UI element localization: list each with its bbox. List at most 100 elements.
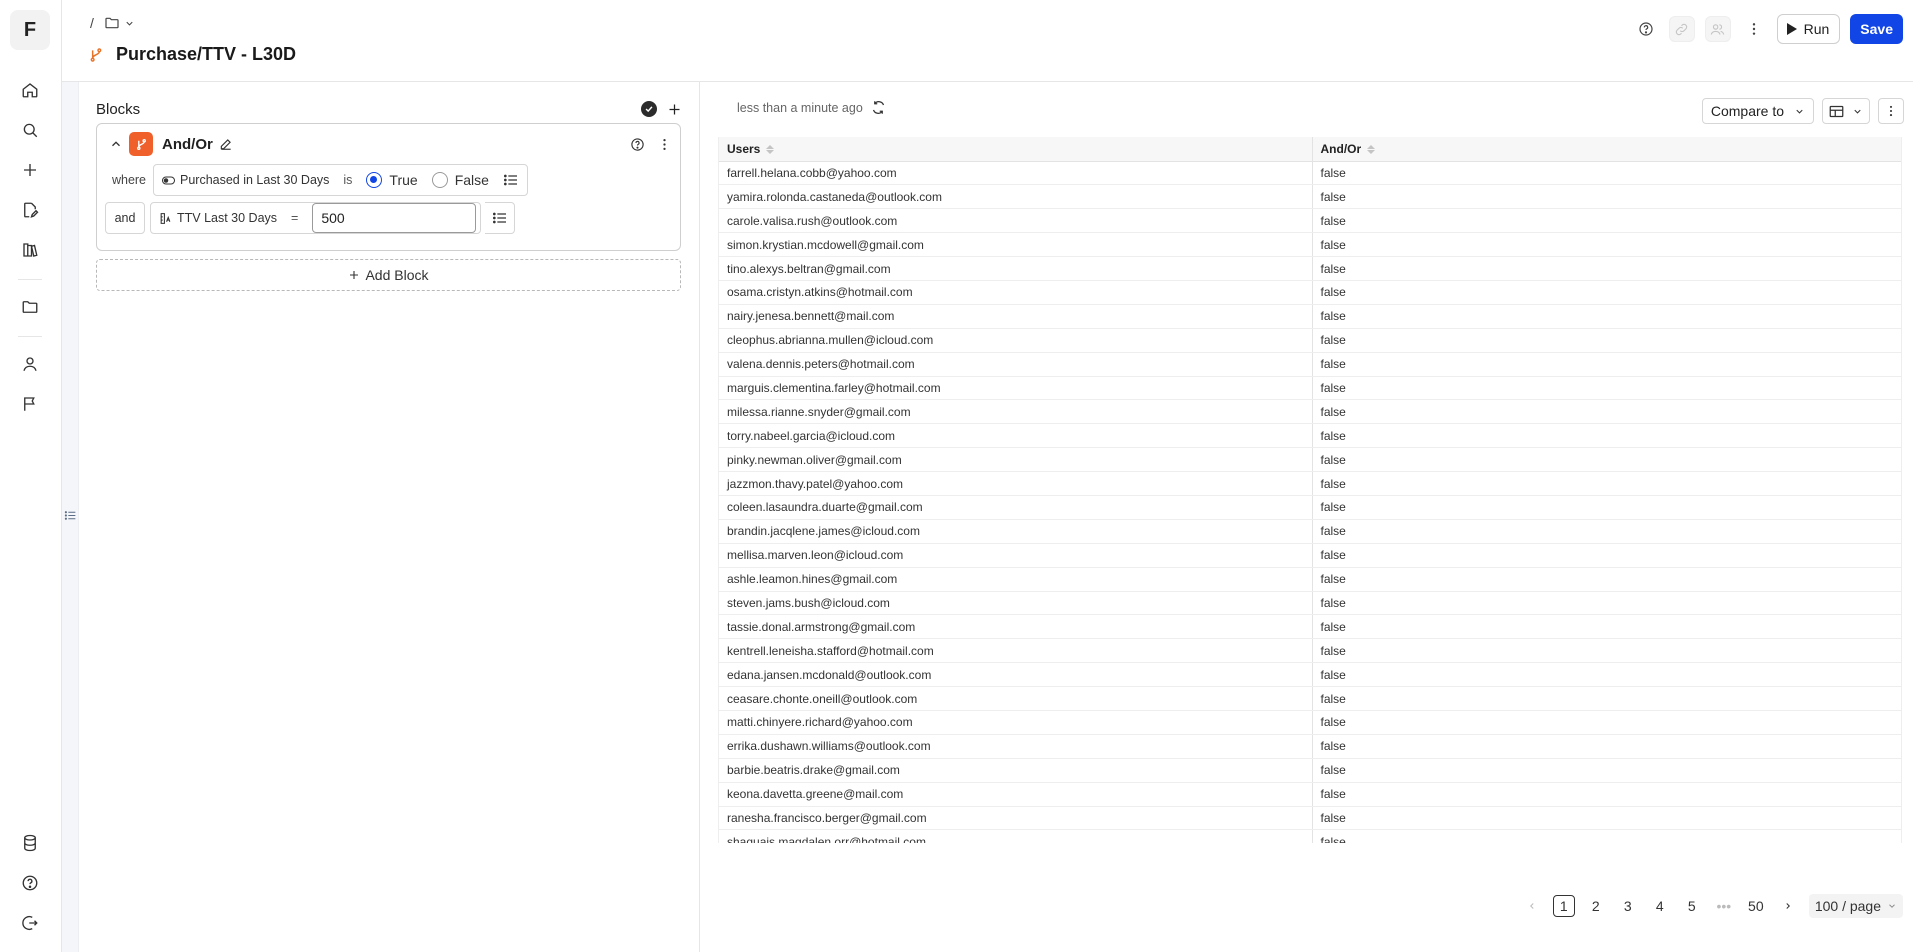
- list-icon[interactable]: [485, 202, 516, 234]
- more-vertical-icon[interactable]: [657, 137, 672, 152]
- table-row[interactable]: tassie.donal.armstrong@gmail.com false: [719, 614, 1901, 640]
- next-page-icon[interactable]: [1777, 895, 1799, 917]
- list-toggle-icon[interactable]: [64, 509, 77, 522]
- results-panel: less than a minute ago Compare to Users …: [701, 82, 1913, 952]
- prev-page-icon[interactable]: [1521, 895, 1543, 917]
- column-header-users[interactable]: Users: [719, 137, 1313, 162]
- value-input[interactable]: 500: [312, 203, 477, 233]
- compare-label: Compare to: [1710, 103, 1784, 119]
- title-row: Purchase/TTV - L30D: [88, 44, 296, 65]
- page-5[interactable]: 5: [1681, 895, 1703, 917]
- condition-box: TTV Last 30 Days = 500: [150, 202, 482, 234]
- compare-to-select[interactable]: Compare to: [1701, 98, 1814, 124]
- table-row[interactable]: ranesha.francisco.berger@gmail.com false: [719, 806, 1901, 831]
- books-icon[interactable]: [19, 239, 41, 261]
- condition-keyword-select[interactable]: and: [105, 202, 145, 234]
- column-header-and-or[interactable]: And/Or: [1312, 137, 1901, 162]
- add-block-button[interactable]: Add Block: [96, 259, 681, 291]
- chevron-up-icon[interactable]: [109, 137, 123, 151]
- table-row[interactable]: matti.chinyere.richard@yahoo.com false: [719, 710, 1901, 735]
- home-icon[interactable]: [19, 79, 41, 101]
- panel-gutter: [62, 82, 79, 952]
- page-1[interactable]: 1: [1552, 895, 1575, 917]
- table-row[interactable]: kentrell.leneisha.stafford@hotmail.com fa…: [719, 638, 1901, 664]
- radio-true[interactable]: True: [366, 172, 418, 188]
- table-row[interactable]: milessa.rianne.snyder@gmail.com false: [719, 399, 1901, 425]
- header-actions: Run Save: [1633, 14, 1903, 44]
- table-row[interactable]: coleen.lasaundra.duarte@gmail.com false: [719, 495, 1901, 520]
- run-button[interactable]: Run: [1776, 14, 1841, 44]
- pencil-icon[interactable]: [219, 137, 233, 151]
- page-2[interactable]: 2: [1585, 895, 1607, 917]
- table-row[interactable]: marguis.clementina.farley@hotmail.com fal…: [719, 376, 1901, 401]
- table-row[interactable]: valena.dennis.peters@hotmail.com false: [719, 352, 1901, 377]
- table-row[interactable]: simon.krystian.mcdowell@gmail.com false: [719, 232, 1901, 258]
- table-body: farrell.helana.cobb@yahoo.com false yamira…: [719, 161, 1901, 843]
- table-row[interactable]: tino.alexys.beltran@gmail.com false: [719, 256, 1901, 281]
- table-row[interactable]: ceasare.chonte.oneill@outlook.com false: [719, 686, 1901, 711]
- plus-icon[interactable]: [19, 159, 41, 181]
- user-icon[interactable]: [19, 353, 41, 375]
- condition-operator: =: [291, 211, 299, 225]
- page-size-select[interactable]: 100 / page: [1808, 894, 1903, 918]
- results-table-container[interactable]: Users And/Or farrell.helana.cobb@yahoo.c…: [718, 137, 1902, 843]
- table-row[interactable]: pinky.newman.oliver@gmail.com false: [719, 447, 1901, 473]
- radio-false[interactable]: False: [431, 172, 489, 188]
- table-row[interactable]: steven.jams.bush@icloud.com false: [719, 591, 1901, 616]
- table-row[interactable]: edana.jansen.mcdonald@outlook.com false: [719, 662, 1901, 688]
- table-row[interactable]: jazzmon.thavy.patel@yahoo.com false: [719, 471, 1901, 496]
- table-row[interactable]: brandin.jacqlene.james@icloud.com false: [719, 519, 1901, 544]
- edit-file-icon[interactable]: [19, 199, 41, 221]
- condition-field[interactable]: Purchased in Last 30 Days: [162, 173, 329, 187]
- list-icon[interactable]: [503, 172, 519, 188]
- database-icon[interactable]: [19, 832, 41, 854]
- table-row[interactable]: ashle.leamon.hines@gmail.com false: [719, 567, 1901, 592]
- table-view-select[interactable]: [1822, 98, 1870, 124]
- table-row[interactable]: shaquais.magdalen.orr@hotmail.com false: [719, 829, 1901, 843]
- table-row[interactable]: yamira.rolonda.castaneda@outlook.com fals…: [719, 184, 1901, 210]
- condition-field[interactable]: TTV Last 30 Days: [159, 211, 277, 225]
- check-circle-icon[interactable]: [641, 101, 657, 117]
- page-last[interactable]: 50: [1745, 895, 1767, 917]
- blocks-header-actions: [641, 101, 682, 117]
- help-icon[interactable]: [630, 137, 645, 152]
- table-header-row: Users And/Or: [719, 137, 1901, 162]
- sort-icon[interactable]: [766, 145, 775, 155]
- table-row[interactable]: torry.nabeel.garcia@icloud.com false: [719, 423, 1901, 449]
- page-4[interactable]: 4: [1649, 895, 1671, 917]
- table-row[interactable]: osama.cristyn.atkins@hotmail.com false: [719, 280, 1901, 305]
- table-row[interactable]: keona.davetta.greene@mail.com false: [719, 782, 1901, 807]
- cell-user: ranesha.francisco.berger@gmail.com: [719, 806, 1313, 831]
- more-vertical-icon[interactable]: [1741, 16, 1767, 42]
- radio-false-indicator[interactable]: [431, 172, 448, 188]
- breadcrumb-folder[interactable]: [104, 15, 135, 31]
- more-vertical-icon[interactable]: [1878, 98, 1904, 124]
- app-logo[interactable]: F: [10, 10, 50, 50]
- page-3[interactable]: 3: [1617, 895, 1639, 917]
- link-icon[interactable]: [1668, 16, 1695, 42]
- search-icon[interactable]: [19, 119, 41, 141]
- page-ellipsis[interactable]: •••: [1713, 895, 1735, 917]
- help-icon[interactable]: [1633, 16, 1659, 42]
- save-button[interactable]: Save: [1850, 14, 1903, 44]
- table-row[interactable]: carole.valisa.rush@outlook.com false: [719, 208, 1901, 234]
- table-row[interactable]: cleophus.abrianna.mullen@icloud.com false: [719, 328, 1901, 353]
- cell-and-or: false: [1312, 495, 1901, 520]
- table-row[interactable]: barbie.beatris.drake@gmail.com false: [719, 758, 1901, 783]
- refresh-icon[interactable]: [871, 100, 886, 115]
- help-icon[interactable]: [19, 872, 41, 894]
- sort-icon[interactable]: [1367, 145, 1376, 155]
- cell-user: nairy.jenesa.bennett@mail.com: [719, 304, 1313, 329]
- cell-user: tino.alexys.beltran@gmail.com: [719, 256, 1313, 281]
- cell-and-or: false: [1312, 471, 1901, 496]
- table-row[interactable]: farrell.helana.cobb@yahoo.com false: [719, 161, 1901, 186]
- folder-icon[interactable]: [19, 296, 41, 318]
- add-block-plus-icon[interactable]: [667, 102, 682, 117]
- table-row[interactable]: nairy.jenesa.bennett@mail.com false: [719, 304, 1901, 329]
- logout-icon[interactable]: [19, 912, 41, 934]
- table-row[interactable]: errika.dushawn.williams@outlook.com false: [719, 734, 1901, 759]
- share-users-icon[interactable]: [1704, 16, 1731, 42]
- radio-true-indicator[interactable]: [366, 172, 383, 188]
- flag-icon[interactable]: [19, 393, 41, 415]
- table-row[interactable]: mellisa.marven.leon@icloud.com false: [719, 543, 1901, 568]
